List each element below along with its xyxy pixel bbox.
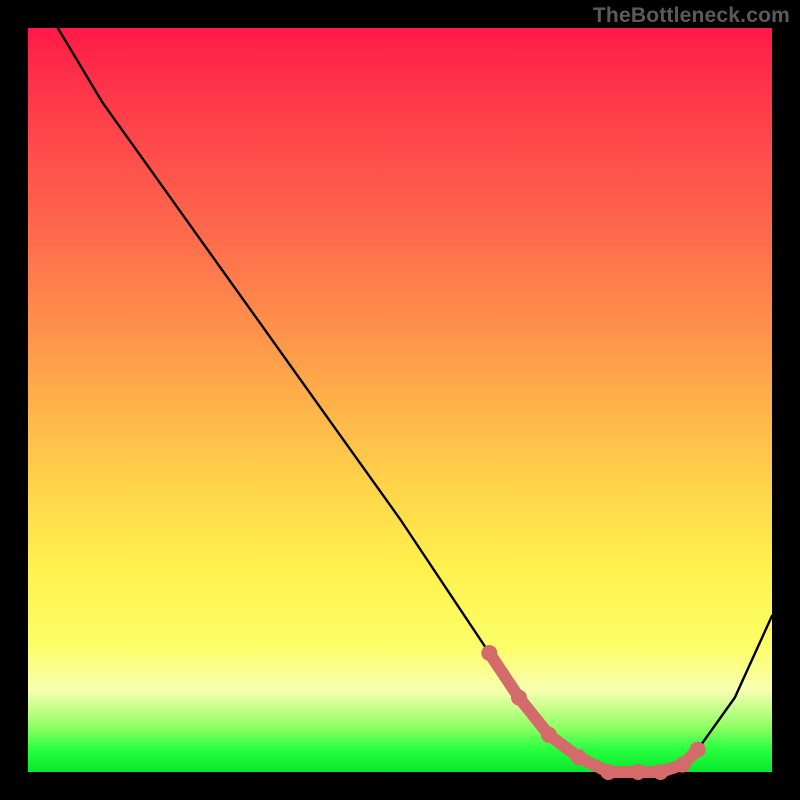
watermark-text: TheBottleneck.com [593, 4, 790, 28]
sweet-spot-marker [481, 645, 705, 780]
chart-plot-area [28, 28, 772, 772]
chart-svg [28, 28, 772, 772]
bottleneck-curve-line [58, 28, 772, 772]
